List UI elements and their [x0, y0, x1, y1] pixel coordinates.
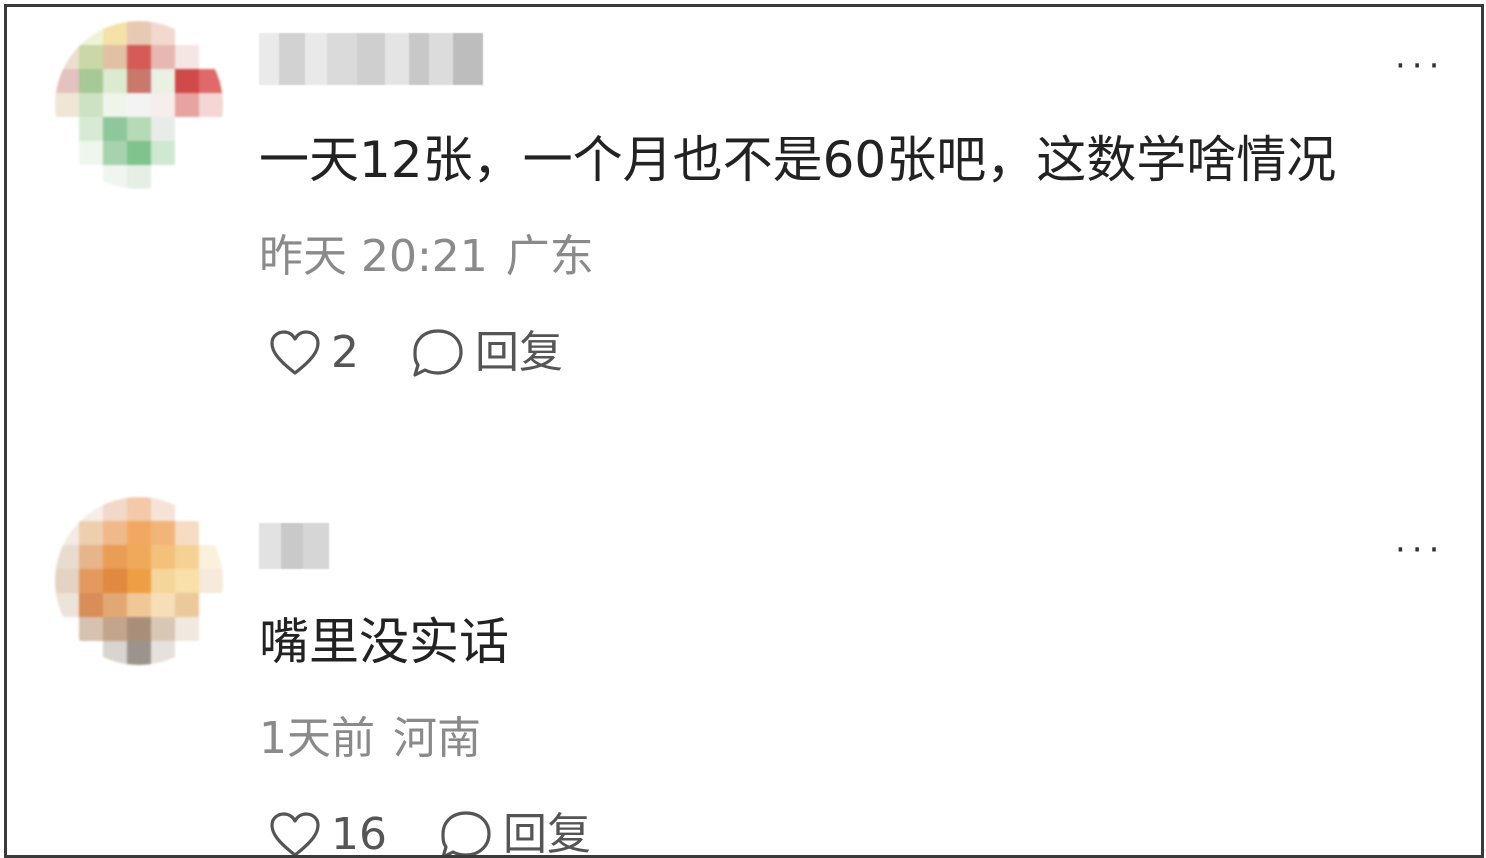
like-count: 16	[331, 809, 387, 858]
comment-text: 一天12张，一个月也不是60张吧，这数学啥情况	[259, 131, 1337, 189]
speech-bubble-icon	[439, 809, 493, 855]
reply-button[interactable]: 回复	[411, 327, 563, 379]
heart-outline-icon	[269, 329, 321, 377]
comment-meta: 昨天 20:21 广东	[259, 235, 594, 279]
comment-time: 1天前	[259, 713, 375, 764]
speech-bubble-icon	[411, 327, 465, 379]
comment-text: 嘴里没实话	[259, 613, 509, 671]
reply-button[interactable]: 回复	[439, 809, 591, 858]
more-options-icon[interactable]: ···	[1395, 533, 1445, 567]
comment-region: 河南	[393, 713, 481, 764]
comment-meta: 1天前 河南	[259, 717, 481, 761]
comment-list: ··· 一天12张，一个月也不是60张吧，这数学啥情况 昨天 20:21 广东 2	[4, 4, 1484, 858]
comment-actions: 16 回复	[269, 809, 591, 858]
username-blurred[interactable]	[259, 33, 483, 85]
reply-label: 回复	[475, 327, 563, 378]
reply-label: 回复	[503, 809, 591, 858]
heart-outline-icon	[269, 811, 321, 855]
like-button[interactable]: 16	[269, 809, 387, 858]
username-blurred[interactable]	[259, 523, 329, 569]
comment-time: 昨天 20:21	[259, 231, 488, 282]
like-button[interactable]: 2	[269, 329, 359, 377]
comment-actions: 2 回复	[269, 327, 563, 379]
avatar[interactable]	[55, 21, 223, 189]
comment-region: 广东	[505, 231, 594, 282]
avatar[interactable]	[55, 497, 223, 665]
like-count: 2	[331, 327, 359, 378]
more-options-icon[interactable]: ···	[1395, 49, 1445, 83]
